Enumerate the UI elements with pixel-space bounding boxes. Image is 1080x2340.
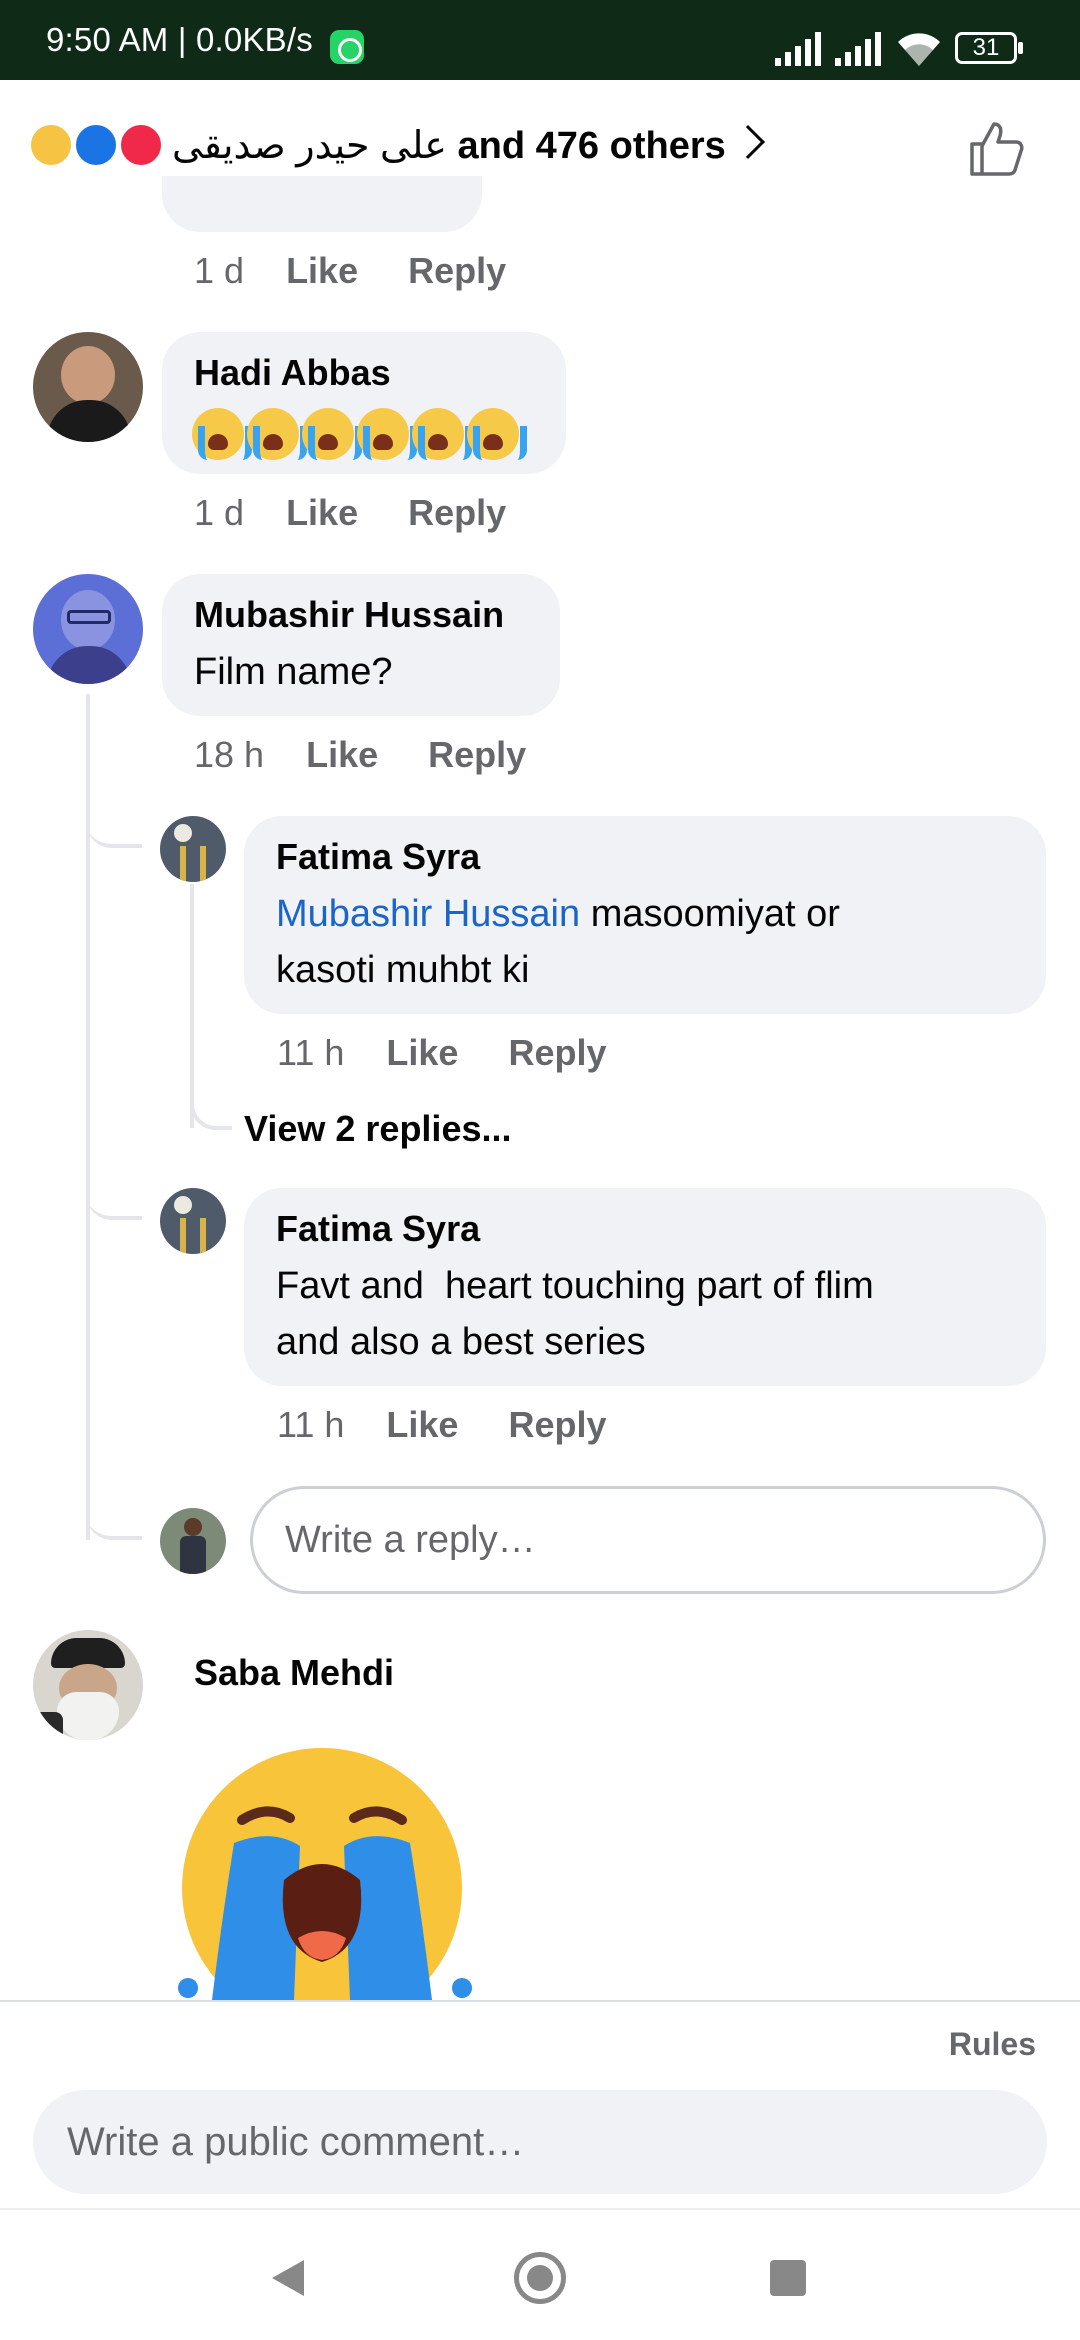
avatar (160, 1508, 226, 1574)
thread-connector (86, 1172, 142, 1220)
signal-icon (775, 32, 821, 66)
like-button[interactable]: Like (386, 1404, 458, 1445)
reply-button[interactable]: Reply (508, 1404, 606, 1445)
view-replies-link[interactable]: View 2 replies... (244, 1108, 512, 1150)
reply-actions: 11 h Like Reply (277, 1404, 607, 1446)
thread-connector (86, 800, 142, 848)
reply-button[interactable]: Reply (508, 1032, 606, 1073)
avatar[interactable] (33, 574, 143, 684)
reply-text: and also a best series (276, 1321, 646, 1363)
like-reaction-icon (73, 122, 119, 168)
signal-icon (835, 32, 881, 66)
public-comment-placeholder: Write a public comment… (67, 2120, 525, 2164)
back-icon[interactable] (270, 2258, 306, 2298)
comment-actions: 18 h Like Reply (194, 734, 526, 776)
mention-link[interactable]: Mubashir Hussain (276, 893, 580, 935)
avatar[interactable] (33, 1630, 143, 1740)
comment-actions: 1 d Like Reply (194, 250, 506, 292)
crying-emoji-icon (357, 408, 417, 460)
comment-time: 18 h (194, 734, 265, 775)
battery-level: 31 (972, 34, 1000, 61)
commenter-name[interactable]: Saba Mehdi (194, 1652, 394, 1694)
reply-text: kasoti muhbt ki (276, 949, 530, 991)
reactor-names: علی حیدر صدیقی (172, 125, 447, 167)
crying-emoji-icon (247, 408, 307, 460)
comment-text: Film name? (194, 651, 393, 693)
recents-icon[interactable] (770, 2260, 806, 2296)
like-button[interactable]: Like (286, 492, 358, 533)
thread-connector (86, 1488, 142, 1540)
sad-reaction-icon (28, 122, 74, 168)
system-nav-bar (0, 2208, 1080, 2340)
battery-tip (1018, 42, 1023, 54)
public-comment-input[interactable]: Write a public comment… (33, 2090, 1047, 2194)
reply-time: 11 h (277, 1032, 345, 1073)
avatar[interactable] (160, 816, 226, 882)
love-reaction-icon (118, 122, 164, 168)
crying-emoji-icon (302, 408, 362, 460)
crying-emoji-icon (412, 408, 472, 460)
reply-button[interactable]: Reply (408, 492, 506, 533)
commenter-name[interactable]: Fatima Syra (276, 1208, 480, 1250)
reply-bubble[interactable]: Fatima Syra Mubashir Hussain masoomiyat … (244, 816, 1046, 1014)
avatar[interactable] (33, 332, 143, 442)
reply-time: 11 h (277, 1404, 345, 1445)
wifi-icon (898, 33, 940, 66)
reply-button[interactable]: Reply (408, 250, 506, 291)
rules-link[interactable]: Rules (949, 2026, 1036, 2063)
comment-bubble[interactable]: Hadi Abbas (162, 332, 566, 474)
avatar[interactable] (160, 1188, 226, 1254)
thread-connector (190, 1080, 232, 1130)
like-button[interactable]: Like (386, 1032, 458, 1073)
commenter-name[interactable]: Hadi Abbas (194, 352, 391, 394)
commenter-name[interactable]: Fatima Syra (276, 836, 480, 878)
reply-text: Favt and heart touching part of flim (276, 1265, 874, 1307)
reply-text: masoomiyat or (580, 893, 840, 935)
reply-input[interactable]: Write a reply… (250, 1486, 1046, 1594)
reactions-summary[interactable]: علی حیدر صدیقی and 476 others (172, 118, 726, 174)
comment-actions: 1 d Like Reply (194, 492, 506, 534)
comment-bubble[interactable]: Mubashir Hussain Film name? (162, 574, 560, 716)
comment-time: 1 d (194, 492, 245, 533)
reactors-count: and 476 others (457, 125, 726, 167)
thumbs-up-icon[interactable] (964, 116, 1028, 180)
whatsapp-icon (330, 30, 364, 64)
crying-emoji-icon (467, 408, 527, 460)
reply-actions: 11 h Like Reply (277, 1032, 607, 1074)
status-time: 9:50 AM | 0.0KB/s (46, 21, 313, 58)
crying-sticker-icon (178, 1748, 472, 2000)
like-button[interactable]: Like (286, 250, 358, 291)
comment-time: 1 d (194, 250, 245, 291)
home-icon[interactable] (514, 2252, 566, 2304)
reply-input-placeholder: Write a reply… (285, 1519, 536, 1561)
commenter-name[interactable]: Mubashir Hussain (194, 594, 504, 636)
reply-text-line: Mubashir Hussain masoomiyat or (276, 886, 840, 942)
reply-bubble[interactable]: Fatima Syra Favt and heart touching part… (244, 1188, 1046, 1386)
previous-comment-bubble (162, 176, 482, 232)
comment-emoji-row (192, 408, 527, 460)
status-bar: 9:50 AM | 0.0KB/s 31 (0, 0, 1080, 80)
like-button[interactable]: Like (306, 734, 378, 775)
reply-button[interactable]: Reply (428, 734, 526, 775)
crying-emoji-icon (192, 408, 252, 460)
chevron-right-icon[interactable] (731, 125, 765, 159)
